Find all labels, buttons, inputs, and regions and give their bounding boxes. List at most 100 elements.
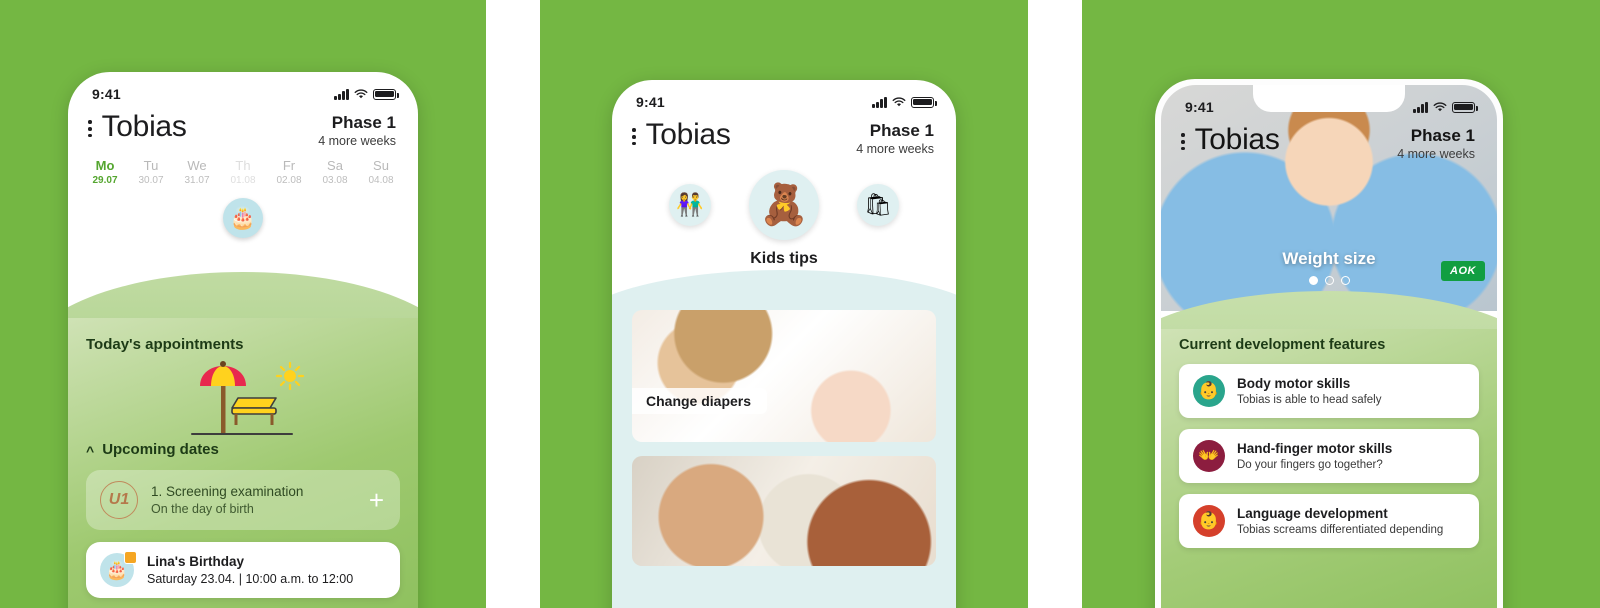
two-children-icon[interactable]: 👫 (669, 183, 711, 226)
app-header-1: Tobias Phase 1 4 more weeks (68, 104, 418, 148)
app-header-2: Tobias Phase 1 4 more weeks (612, 112, 956, 156)
dev-card-body-motor-skills[interactable]: 👶 Body motor skills Tobias is able to he… (1179, 364, 1479, 418)
week-day-mo[interactable]: Mo 29.07 (82, 158, 128, 187)
category-icon-row: 👫 🧸 🛍 (612, 169, 956, 240)
week-strip[interactable]: Mo 29.07 Tu 30.07 We 31.07 Th 01.08 Fr 0… (68, 148, 418, 187)
phase-sublabel: 4 more weeks (856, 141, 934, 156)
wifi-icon (354, 88, 368, 100)
phase-label: Phase 1 (1410, 126, 1475, 145)
phase-label: Phase 1 (869, 121, 934, 140)
battery-icon (373, 88, 399, 100)
week-day-fr[interactable]: Fr 02.08 (266, 158, 312, 187)
card-title: Lina's Birthday (147, 554, 244, 570)
card-subtitle: On the day of birth (151, 501, 254, 516)
baby-name-title: Tobias (645, 118, 731, 151)
carousel-dot-active[interactable] (1308, 276, 1318, 285)
phone3-body: Current development features 👶 Body moto… (1161, 291, 1497, 608)
cellular-bars-icon (334, 88, 349, 100)
hands-together-icon: 👐 (1193, 440, 1225, 472)
father-with-child-photo (632, 456, 936, 566)
upcoming-card-screening[interactable]: U1 1. Screening examination On the day o… (86, 470, 400, 530)
week-day-th[interactable]: Th 01.08 (220, 158, 266, 187)
carousel-dot[interactable] (1324, 276, 1334, 285)
dev-card-subtitle: Tobias screams differentiated depending (1237, 524, 1444, 537)
wifi-icon (892, 96, 906, 108)
kebab-menu-icon[interactable] (1181, 130, 1185, 151)
tip-card-second[interactable] (632, 456, 936, 566)
appointments-title: Today's appointments (86, 336, 244, 353)
upcoming-card-birthday[interactable]: 🎂 Lina's Birthday Saturday 23.04. | 10:0… (86, 542, 400, 598)
week-day-we[interactable]: We 31.07 (174, 158, 220, 187)
status-time: 9:41 (1185, 99, 1214, 115)
week-day-name: Su (373, 157, 389, 173)
week-day-name: Th (235, 157, 251, 173)
phase-sublabel: 4 more weeks (318, 133, 396, 148)
mother-changing-baby-diaper-photo (632, 310, 936, 442)
week-day-date: 31.07 (184, 175, 210, 187)
phase-sublabel: 4 more weeks (1397, 146, 1475, 161)
chevron-up-icon[interactable]: ^ (86, 444, 94, 458)
week-day-tu[interactable]: Tu 30.07 (128, 158, 174, 187)
dev-card-title: Body motor skills (1237, 375, 1351, 391)
week-day-su[interactable]: Su 04.08 (358, 158, 404, 187)
plus-icon[interactable]: + (369, 487, 386, 513)
dev-card-title: Hand-finger motor skills (1237, 440, 1393, 456)
status-time: 9:41 (636, 94, 665, 110)
week-day-date: 04.08 (368, 175, 394, 187)
kebab-menu-icon[interactable] (632, 125, 636, 146)
status-bar-2: 9:41 (612, 80, 956, 112)
week-day-sa[interactable]: Sa 03.08 (312, 158, 358, 187)
week-day-name: Fr (282, 157, 296, 173)
beach-lounger-umbrella-icon (86, 359, 400, 439)
groceries-bag-icon[interactable]: 🛍 (857, 183, 899, 226)
status-bar-1: 9:41 (68, 72, 418, 104)
tip-card-change-diapers[interactable]: Change diapers (632, 310, 936, 442)
card-subtitle: Saturday 23.04. | 10:00 a.m. to 12:00 (147, 571, 354, 586)
phase-label: Phase 1 (331, 113, 396, 132)
week-day-name: Sa (327, 157, 343, 173)
phone-mockup-3: 9:41 Tobias Phase 1 4 more weeks Weight … (1155, 79, 1503, 608)
battery-icon (1452, 101, 1478, 113)
baby-name-title: Tobias (1194, 123, 1280, 156)
teddy-bear-icon[interactable]: 🧸 (749, 169, 819, 240)
phone1-body: Today's appointments ^ Upcoming dates U1… (68, 272, 418, 608)
development-section-title: Current development features (1179, 337, 1386, 353)
phone2-body: Change diapers (612, 270, 956, 608)
app-header-3: Tobias Phase 1 4 more weeks (1161, 117, 1497, 161)
dev-card-hand-finger-motor-skills[interactable]: 👐 Hand-finger motor skills Do your finge… (1179, 429, 1479, 483)
card-title: 1. Screening examination (151, 484, 304, 500)
baby-lying-icon: 👶 (1193, 375, 1225, 407)
baby-name-title: Tobias (101, 110, 187, 143)
week-day-name: We (187, 157, 207, 173)
dev-card-subtitle: Do your fingers go together? (1237, 459, 1383, 472)
carousel-dot[interactable] (1340, 276, 1350, 285)
dev-card-title: Language development (1237, 505, 1388, 521)
week-day-date: 29.07 (92, 175, 118, 187)
u1-badge: U1 (100, 481, 138, 519)
week-day-date: 30.07 (138, 175, 164, 187)
week-day-name: Tu (143, 157, 159, 173)
birthday-cake-icon: 🎂 (100, 551, 137, 587)
tip-card-label: Change diapers (632, 388, 768, 414)
kids-tips-title: Kids tips (750, 249, 818, 267)
week-day-name: Mo (95, 157, 115, 173)
week-event-marker-row: 🎂 (68, 198, 418, 239)
hero-carousel[interactable]: 9:41 Tobias Phase 1 4 more weeks Weight … (1161, 85, 1497, 311)
upcoming-dates-header[interactable]: ^ Upcoming dates (86, 441, 400, 458)
dev-card-subtitle: Tobias is able to head safely (1237, 394, 1382, 407)
cellular-bars-icon (1413, 101, 1428, 113)
phone-mockup-1: 9:41 Tobias Phase 1 4 more weeks Mo 29.0… (68, 72, 418, 608)
wifi-icon (1433, 101, 1447, 113)
kebab-menu-icon[interactable] (88, 117, 92, 138)
cellular-bars-icon (872, 96, 887, 108)
week-day-date: 02.08 (276, 175, 302, 187)
upcoming-dates-label: Upcoming dates (102, 441, 219, 458)
phone-mockup-2: 9:41 Tobias Phase 1 4 more weeks 👫 🧸 🛍 K… (612, 80, 956, 608)
battery-icon (911, 96, 937, 108)
week-day-date: 03.08 (322, 175, 348, 187)
status-time: 9:41 (92, 86, 121, 102)
crying-baby-icon: 👶 (1193, 505, 1225, 537)
birthday-cake-icon[interactable]: 🎂 (223, 198, 263, 239)
dev-card-language-development[interactable]: 👶 Language development Tobias screams di… (1179, 494, 1479, 548)
screenshot-stage: 9:41 Tobias Phase 1 4 more weeks Mo 29.0… (0, 0, 1600, 608)
